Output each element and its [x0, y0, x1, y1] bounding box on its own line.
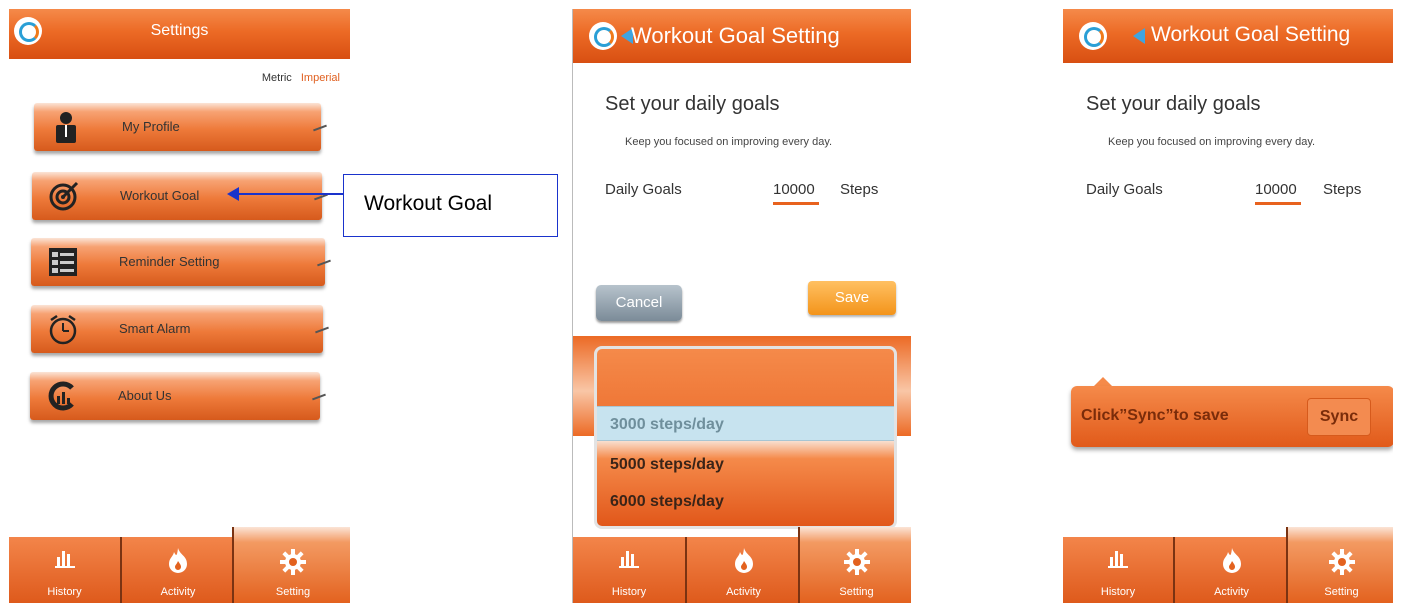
- daily-goals-unit: Steps: [840, 181, 879, 198]
- daily-goals-label: Daily Goals: [605, 181, 682, 198]
- imperial-option[interactable]: Imperial: [301, 72, 340, 84]
- value-underline: [1255, 202, 1301, 205]
- menu-label: About Us: [118, 388, 172, 403]
- picker-option[interactable]: 5000 steps/day: [597, 447, 894, 482]
- tab-label: Setting: [1324, 586, 1359, 598]
- tab-label: History: [1100, 586, 1136, 598]
- page-title: Settings: [150, 22, 209, 39]
- sync-prompt: Click”Sync”to save Sync: [1071, 386, 1393, 447]
- picker-option[interactable]: 6000 steps/day: [597, 484, 894, 519]
- goal-subtitle: Keep you focused on improving every day.: [625, 136, 833, 148]
- callout-line: [238, 193, 343, 195]
- tab-setting[interactable]: Setting: [1286, 527, 1393, 603]
- menu-button-smart-alarm[interactable]: Smart Alarm: [31, 305, 329, 353]
- goal-heading: Set your daily goals: [1086, 93, 1261, 115]
- menu-button-about-us[interactable]: About Us: [30, 372, 326, 420]
- unit-switch: Metric Imperial: [262, 72, 340, 84]
- tab-bar: History Activity Setting: [1063, 527, 1393, 603]
- header-bar: Workout Goal Setting: [1063, 9, 1393, 63]
- tab-label: History: [611, 586, 647, 598]
- metric-option[interactable]: Metric: [262, 72, 292, 84]
- tab-bar: History Activity Setting: [9, 527, 350, 603]
- value-underline: [773, 202, 819, 205]
- menu-button-my-profile[interactable]: My Profile: [34, 103, 327, 151]
- chart-logo-icon: [46, 380, 78, 412]
- goal-heading: Set your daily goals: [605, 93, 780, 115]
- tab-setting[interactable]: Setting: [232, 527, 350, 603]
- menu-label: Workout Goal: [120, 188, 200, 203]
- gear-icon: [1288, 549, 1393, 581]
- tab-label: History: [47, 586, 82, 598]
- callout-text: Workout Goal: [364, 192, 492, 215]
- save-button[interactable]: Save: [808, 281, 896, 315]
- gear-icon: [800, 549, 911, 581]
- daily-goals-unit: Steps: [1323, 181, 1362, 198]
- menu-label: Smart Alarm: [119, 321, 191, 336]
- tab-activity[interactable]: Activity: [120, 537, 234, 603]
- picker-option-selected[interactable]: 3000 steps/day: [597, 406, 894, 441]
- workout-goal-picker-screen: Workout Goal Setting Set your daily goal…: [572, 9, 911, 603]
- alarm-clock-icon: [47, 313, 79, 345]
- settings-screen: Settings Metric Imperial My Profile Work…: [9, 9, 350, 603]
- header-bar: Workout Goal Setting: [573, 9, 911, 63]
- bar-chart-icon: [1063, 547, 1173, 575]
- gear-icon: [234, 549, 350, 581]
- checklist-icon: [47, 246, 79, 278]
- menu-button-workout-goal[interactable]: Workout Goal: [32, 172, 328, 220]
- tab-history[interactable]: History: [1063, 537, 1173, 603]
- flame-icon: [1175, 547, 1288, 579]
- workout-goal-sync-screen: Workout Goal Setting Set your daily goal…: [1063, 9, 1393, 603]
- back-arrow-icon[interactable]: [1133, 28, 1145, 44]
- daily-goals-value[interactable]: 10000: [1255, 181, 1297, 198]
- tab-label: Setting: [275, 586, 311, 598]
- tab-activity[interactable]: Activity: [685, 537, 800, 603]
- daily-goals-value[interactable]: 10000: [773, 181, 815, 198]
- daily-goals-label: Daily Goals: [1086, 181, 1163, 198]
- menu-button-reminder-setting[interactable]: Reminder Setting: [31, 238, 331, 286]
- header-bar: Settings: [9, 9, 350, 59]
- page-title: Workout Goal Setting: [1151, 23, 1351, 46]
- tab-label: Activity: [726, 586, 761, 598]
- flame-icon: [122, 547, 234, 579]
- menu-label: Reminder Setting: [119, 254, 220, 269]
- app-logo-icon: [1079, 22, 1107, 50]
- bar-chart-icon: [573, 547, 685, 575]
- tab-setting[interactable]: Setting: [798, 527, 911, 603]
- page-title: Workout Goal Setting: [631, 23, 840, 48]
- goal-subtitle: Keep you focused on improving every day.: [1108, 136, 1316, 148]
- bar-chart-icon: [9, 547, 120, 575]
- tab-history[interactable]: History: [573, 537, 685, 603]
- callout-box: Workout Goal: [343, 174, 558, 237]
- tab-label: Setting: [839, 586, 874, 598]
- flame-icon: [687, 547, 800, 579]
- tab-activity[interactable]: Activity: [1173, 537, 1288, 603]
- tab-label: Activity: [160, 586, 196, 598]
- steps-picker[interactable]: 3000 steps/day 5000 steps/day 6000 steps…: [594, 346, 897, 529]
- app-logo-icon: [589, 22, 617, 50]
- tab-bar: History Activity Setting: [573, 527, 911, 603]
- person-icon: [50, 111, 82, 143]
- sync-message: Click”Sync”to save: [1081, 407, 1229, 424]
- target-icon: [48, 180, 80, 212]
- tab-history[interactable]: History: [9, 537, 120, 603]
- tab-label: Activity: [1214, 586, 1249, 598]
- sync-button[interactable]: Sync: [1307, 398, 1371, 436]
- menu-label: My Profile: [122, 119, 180, 134]
- cancel-button[interactable]: Cancel: [596, 285, 682, 321]
